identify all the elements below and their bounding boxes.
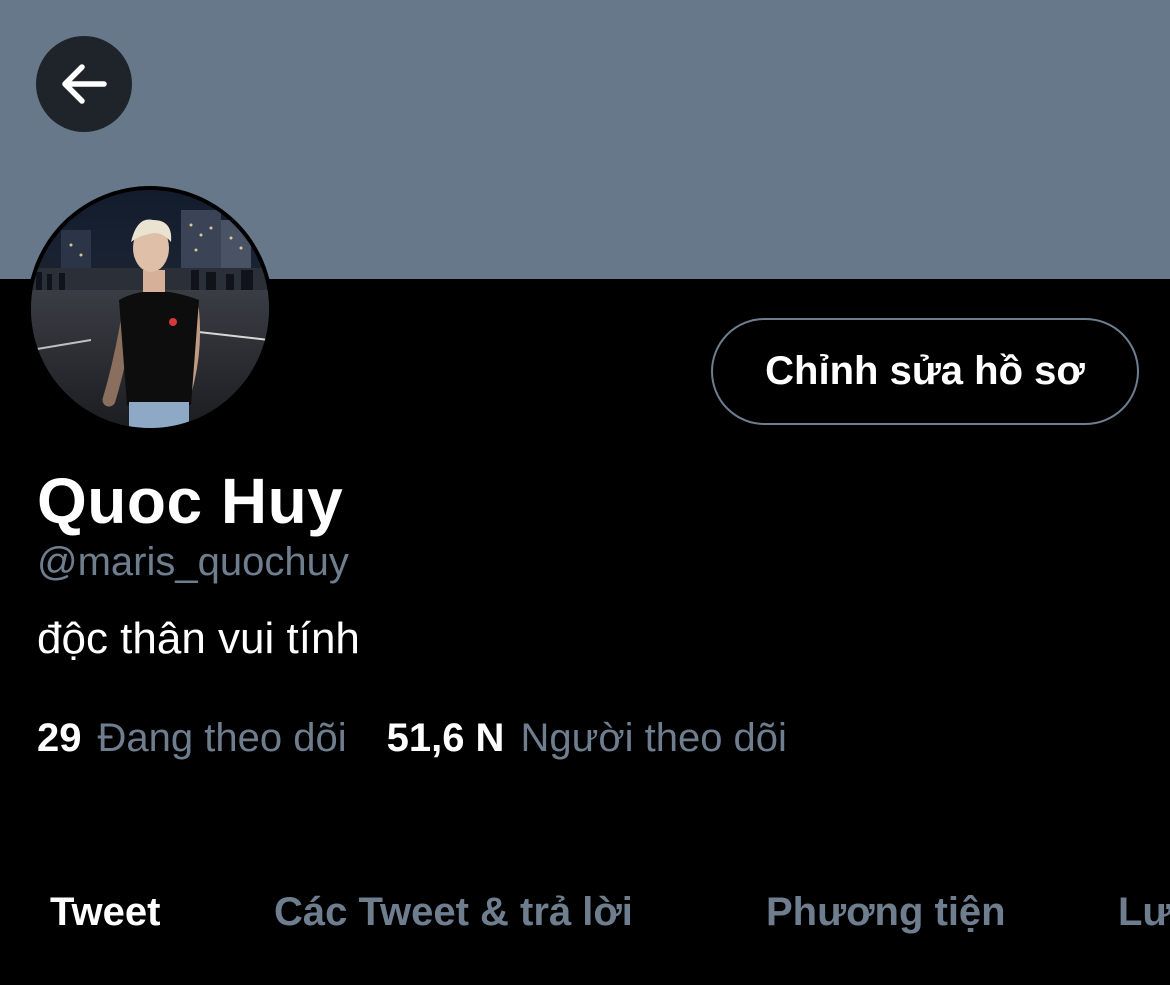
- following-count: 29: [37, 716, 82, 760]
- profile-handle: @maris_quochuy: [37, 540, 349, 584]
- back-button[interactable]: [36, 36, 132, 132]
- followers-count: 51,6 N: [386, 716, 505, 760]
- tab-likes[interactable]: Lượt thích: [1118, 890, 1170, 935]
- tab-media[interactable]: Phương tiện: [766, 890, 1006, 935]
- profile-bio: độc thân vui tính: [37, 614, 360, 663]
- follow-stats: 29 Đang theo dõi 51,6 N Người theo dõi: [37, 716, 787, 761]
- profile-tabs: Tweet Các Tweet & trả lời Phương tiện Lư…: [0, 890, 1170, 950]
- followers-label: Người theo dõi: [520, 716, 787, 760]
- avatar-photo: [31, 190, 269, 428]
- profile-page: Chỉnh sửa hồ sơ Quoc Huy @maris_quochuy …: [0, 0, 1170, 985]
- arrow-left-icon: [62, 64, 107, 104]
- profile-avatar[interactable]: [27, 186, 273, 432]
- tab-tweets-and-replies[interactable]: Các Tweet & trả lời: [274, 890, 633, 935]
- tab-tweets[interactable]: Tweet: [50, 890, 160, 935]
- followers-link[interactable]: 51,6 N Người theo dõi: [387, 716, 787, 761]
- following-label: Đang theo dõi: [97, 716, 347, 760]
- profile-display-name: Quoc Huy: [37, 465, 344, 537]
- edit-profile-button[interactable]: Chỉnh sửa hồ sơ: [711, 318, 1139, 425]
- following-link[interactable]: 29 Đang theo dõi: [37, 716, 347, 761]
